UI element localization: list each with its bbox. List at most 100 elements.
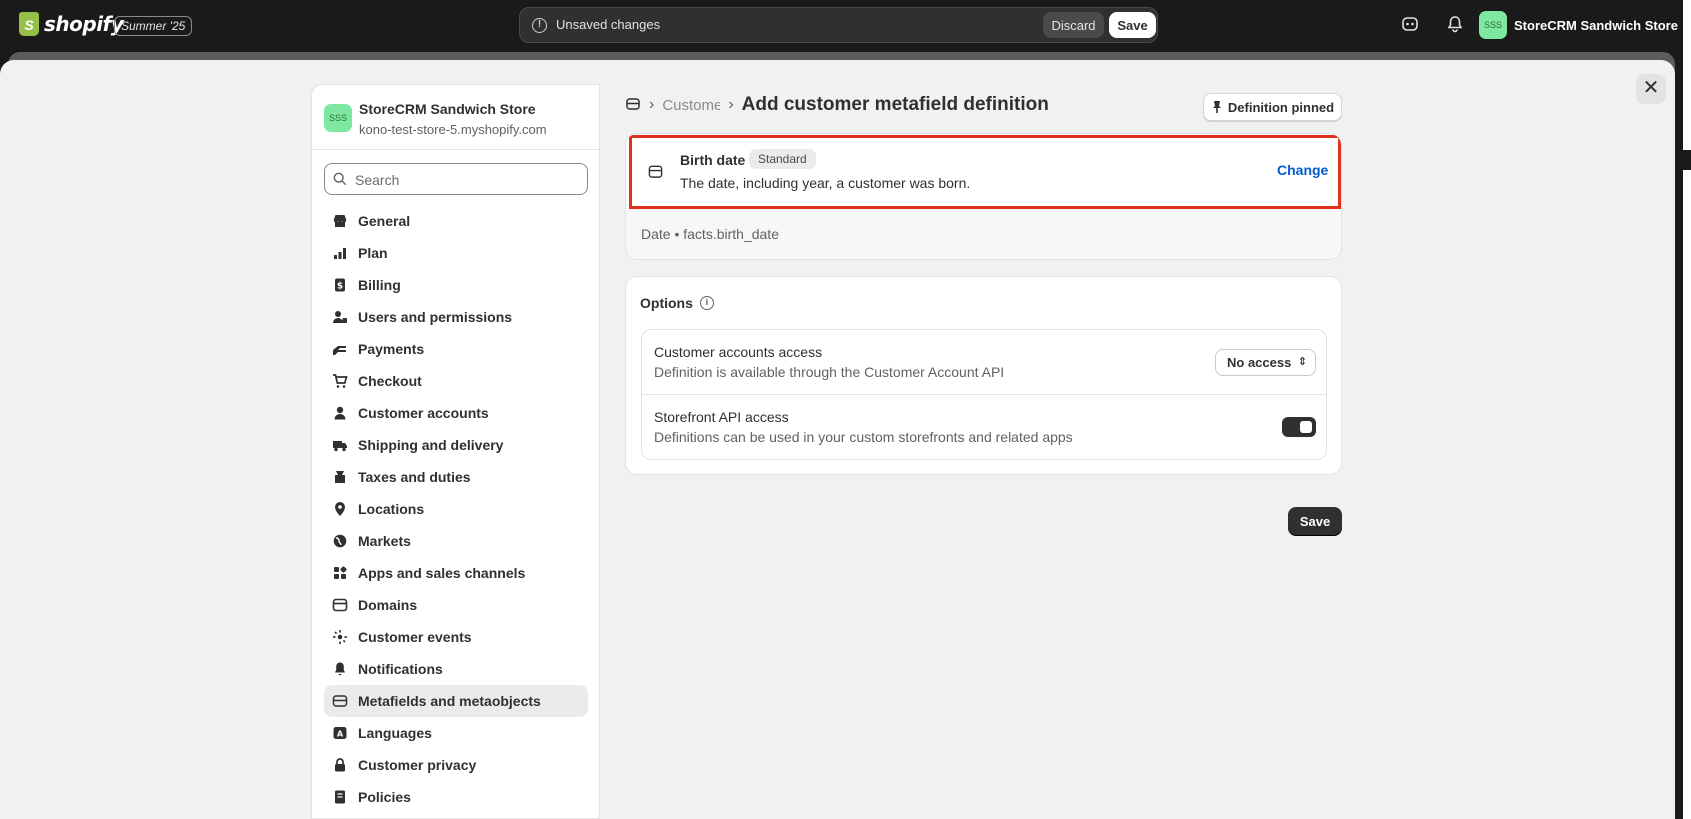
pin-icon xyxy=(1212,101,1221,113)
breadcrumb-separator: › xyxy=(728,96,734,113)
domain-icon xyxy=(332,597,348,613)
sidebar-item-users-and-permissions[interactable]: Users and permissions xyxy=(324,301,588,333)
sidebar-item-billing[interactable]: $ Billing xyxy=(324,269,588,301)
sidebar-item-label: Users and permissions xyxy=(358,309,513,325)
info-icon[interactable]: i xyxy=(699,296,714,310)
breadcrumb: › Customers › Add customer metafield def… xyxy=(625,94,1049,116)
store-domain: kono-test-store-5.myshopify.com xyxy=(359,122,547,137)
search-input[interactable] xyxy=(355,170,575,190)
sidebar-item-markets[interactable]: Markets xyxy=(324,525,588,557)
customer-access-value: No access xyxy=(1227,355,1292,370)
search-icon xyxy=(333,172,347,186)
sidebar-item-taxes-and-duties[interactable]: Taxes and duties xyxy=(324,461,588,493)
sidebar-item-label: Customer events xyxy=(358,629,472,645)
sidebar-item-label: Markets xyxy=(358,533,411,549)
bell-icon[interactable] xyxy=(1445,14,1467,36)
sidebar-item-label: Customer accounts xyxy=(358,405,489,421)
sidebar-item-label: Customer privacy xyxy=(358,757,477,773)
tax-icon xyxy=(332,469,348,485)
edition-badge[interactable]: Summer '25 xyxy=(114,16,193,36)
breadcrumb-separator: › xyxy=(649,96,655,113)
sidebar-item-customer-events[interactable]: Customer events xyxy=(324,621,588,653)
store-icon xyxy=(332,213,348,229)
users-icon xyxy=(332,309,348,325)
storefront-access-toggle[interactable] xyxy=(1282,417,1316,437)
sidebar-item-shipping-and-delivery[interactable]: Shipping and delivery xyxy=(324,429,588,461)
discard-button[interactable]: Discard xyxy=(1043,12,1104,38)
sidebar-item-languages[interactable]: A Languages xyxy=(324,717,588,749)
sidebar-item-apps-and-sales-channels[interactable]: Apps and sales channels xyxy=(324,557,588,589)
languages-icon: A xyxy=(332,725,348,741)
svg-text:$: $ xyxy=(337,282,343,292)
sidebar-item-checkout[interactable]: Checkout xyxy=(324,365,588,397)
svg-text:A: A xyxy=(337,730,344,739)
edge-peek-bar xyxy=(1683,150,1691,170)
sidebar-item-customer-accounts[interactable]: Customer accounts xyxy=(324,397,588,429)
customer-accounts-access-row: Customer accounts access Definition is a… xyxy=(642,330,1326,395)
sidebar-item-label: Apps and sales channels xyxy=(358,565,526,581)
shopify-logo[interactable]: S shopify xyxy=(19,12,124,36)
sidebar-item-label: Payments xyxy=(358,341,425,357)
sidebar-item-label: Checkout xyxy=(358,373,422,389)
store-header: SSS StoreCRM Sandwich Store kono-test-st… xyxy=(312,85,599,150)
sidekick-icon[interactable] xyxy=(1400,14,1422,36)
pin-label: Definition pinned xyxy=(1227,99,1335,115)
apps-icon xyxy=(332,565,348,581)
sidebar-item-label: Shipping and delivery xyxy=(358,437,504,453)
highlight-box xyxy=(629,135,1341,209)
edge-background-page xyxy=(1683,0,1691,819)
sidebar-item-domains[interactable]: Domains xyxy=(324,589,588,621)
storefront-title: Storefront API access xyxy=(654,409,789,425)
unsaved-message: Unsaved changes xyxy=(556,17,661,32)
payments-icon xyxy=(332,341,348,357)
store-name: StoreCRM Sandwich Store xyxy=(359,101,536,117)
options-title: Options xyxy=(640,295,693,311)
location-icon xyxy=(332,501,348,517)
sidebar-item-locations[interactable]: Locations xyxy=(324,493,588,525)
sidebar-item-general[interactable]: General xyxy=(324,205,588,237)
billing-icon: $ xyxy=(332,277,348,293)
sidebar-item-label: Notifications xyxy=(358,661,443,677)
save-button-top[interactable]: Save xyxy=(1109,12,1156,38)
settings-sidebar: SSS StoreCRM Sandwich Store kono-test-st… xyxy=(311,84,600,819)
search-box[interactable] xyxy=(324,163,588,195)
unsaved-changes-bar: ! Unsaved changes Discard Save xyxy=(519,7,1158,43)
sidebar-item-payments[interactable]: Payments xyxy=(324,333,588,365)
metafields-icon xyxy=(332,693,348,709)
store-switcher[interactable]: SSS StoreCRM Sandwich Store xyxy=(1479,11,1678,39)
sidebar-item-plan[interactable]: Plan xyxy=(324,237,588,269)
sidebar-item-label: Taxes and duties xyxy=(358,469,471,485)
globe-icon xyxy=(332,533,348,549)
logo-text: shopify xyxy=(44,12,124,36)
person-icon xyxy=(332,405,348,421)
cart-icon xyxy=(332,373,348,389)
breadcrumb-customers[interactable]: Customers xyxy=(662,97,720,114)
select-chevron-icon: ⇕ xyxy=(1297,356,1307,368)
close-icon[interactable]: ✕ xyxy=(1636,74,1666,104)
sidebar-item-policies[interactable]: Policies xyxy=(324,781,588,813)
sidebar-item-customer-privacy[interactable]: Customer privacy xyxy=(324,749,588,781)
alert-icon: ! xyxy=(532,18,547,33)
customer-access-desc: Definition is available through the Cust… xyxy=(654,364,1005,380)
customer-access-select[interactable]: No access ⇕ xyxy=(1215,349,1316,376)
sidebar-item-label: Policies xyxy=(358,789,411,805)
sidebar-item-label: Billing xyxy=(358,277,401,293)
save-button[interactable]: Save xyxy=(1288,507,1342,535)
definition-type-key: Date • facts.birth_date xyxy=(641,226,779,242)
sidebar-item-label: Plan xyxy=(358,245,388,261)
storefront-access-row: Storefront API access Definitions can be… xyxy=(642,395,1326,460)
page-title: Add customer metafield definition xyxy=(741,94,1049,115)
store-avatar: SSS xyxy=(324,104,352,132)
options-list: Customer accounts access Definition is a… xyxy=(641,329,1327,460)
sidebar-item-metafields-and-metaobjects[interactable]: Metafields and metaobjects xyxy=(324,685,588,717)
sidebar-item-label: Languages xyxy=(358,725,432,741)
lock-icon xyxy=(332,757,348,773)
sidebar-item-label: Domains xyxy=(358,597,418,613)
shopify-bag-icon: S xyxy=(19,12,39,36)
metafields-icon[interactable] xyxy=(625,96,641,115)
plan-icon xyxy=(332,245,348,261)
storefront-desc: Definitions can be used in your custom s… xyxy=(654,429,1073,445)
sidebar-item-notifications[interactable]: Notifications xyxy=(324,653,588,685)
sidebar-item-label: Locations xyxy=(358,501,425,517)
definition-pinned-button[interactable]: Definition pinned xyxy=(1203,93,1342,121)
